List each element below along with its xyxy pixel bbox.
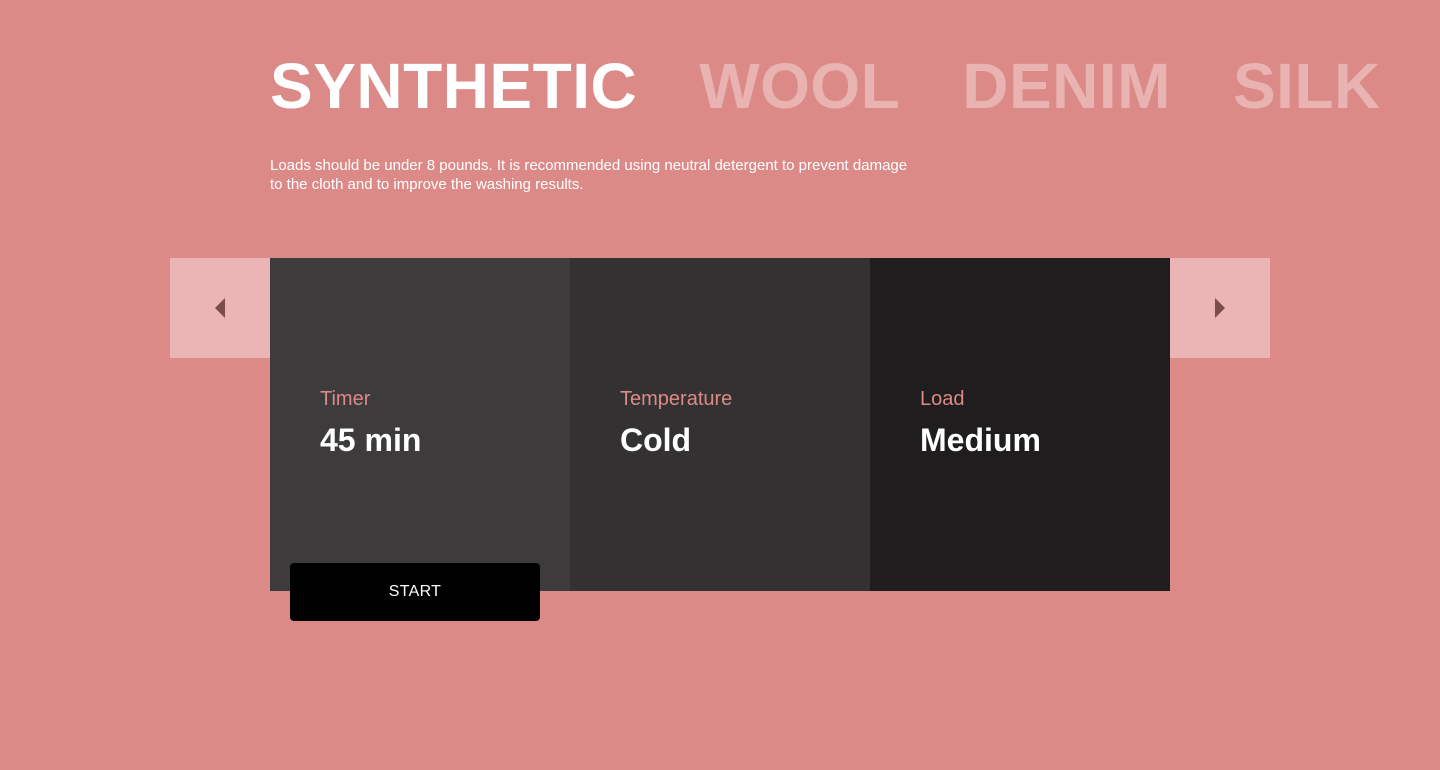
- load-label: Load: [920, 388, 965, 410]
- previous-button[interactable]: [170, 258, 270, 358]
- load-value: Medium: [920, 422, 1041, 458]
- caret-left-icon: [215, 298, 225, 318]
- timer-value: 45 min: [320, 422, 422, 458]
- timer-panel[interactable]: Timer 45 min: [270, 258, 570, 591]
- start-button[interactable]: START: [290, 563, 540, 621]
- timer-label: Timer: [320, 388, 371, 410]
- load-panel[interactable]: Load Medium: [870, 258, 1170, 591]
- next-button[interactable]: [1170, 258, 1270, 358]
- fabric-description: Loads should be under 8 pounds. It is re…: [270, 157, 908, 193]
- temperature-panel[interactable]: Temperature Cold: [570, 258, 870, 591]
- temperature-label: Temperature: [620, 388, 733, 410]
- settings-panels: Timer 45 min Temperature Cold Load Mediu…: [270, 258, 1170, 591]
- tab-denim[interactable]: DENIM: [962, 48, 1171, 124]
- tab-silk[interactable]: SILK: [1233, 48, 1381, 124]
- fabric-tabs: SYNTHETICWOOLDENIMSILKLI: [270, 48, 1440, 128]
- temperature-value: Cold: [620, 422, 692, 458]
- tab-synthetic[interactable]: SYNTHETIC: [270, 48, 637, 124]
- tab-wool[interactable]: WOOL: [699, 48, 900, 124]
- caret-right-icon: [1215, 298, 1225, 318]
